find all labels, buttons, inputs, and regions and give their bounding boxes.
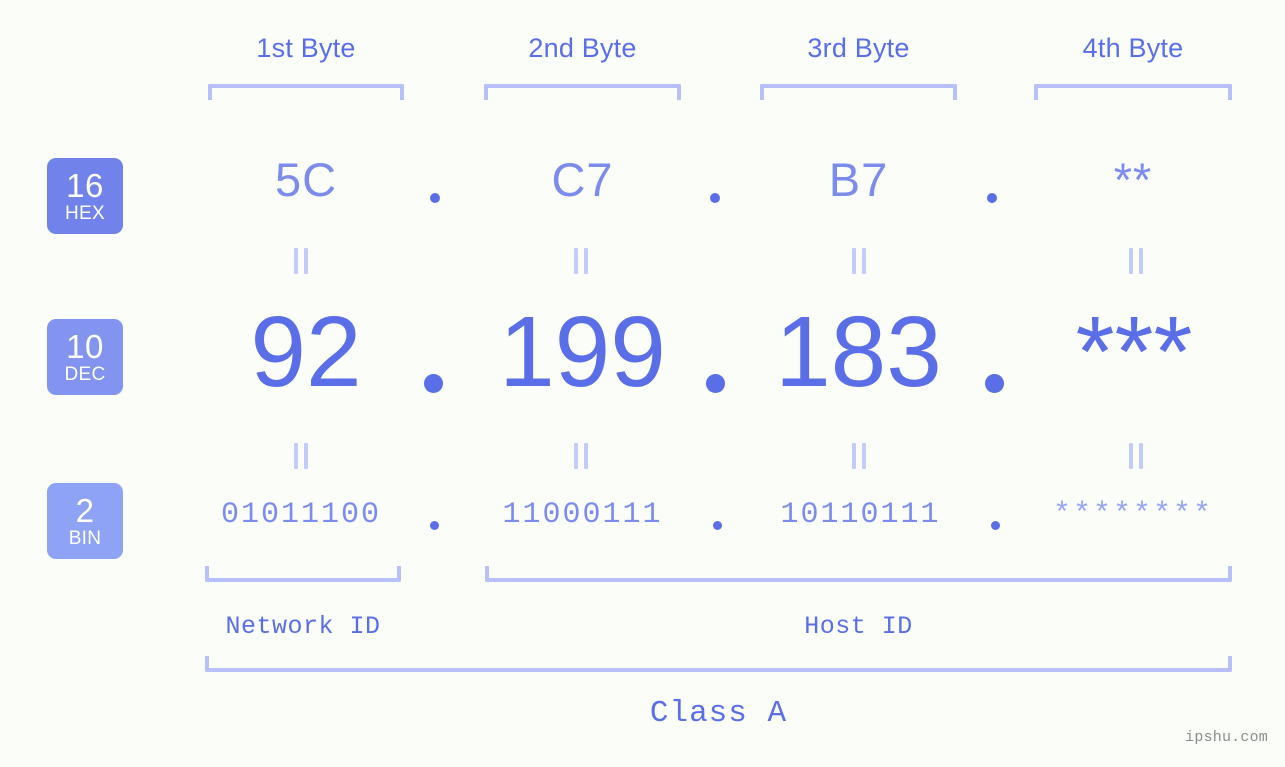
dec-separator-1 — [424, 374, 443, 393]
class-bracket — [205, 656, 1232, 672]
byte-header-label-1: 1st Byte — [256, 33, 356, 63]
ip-breakdown-canvas: 1st Byte 2nd Byte 3rd Byte 4th Byte 16 H… — [0, 0, 1285, 767]
hex-byte-2: C7 — [551, 153, 614, 206]
bin-separator-3 — [991, 521, 1000, 530]
class-label: Class A — [649, 696, 788, 731]
equals-connector-2-4 — [1129, 443, 1143, 469]
site-watermark: ipshu.com — [1185, 729, 1268, 746]
host-id-label: Host ID — [804, 612, 913, 641]
base-badge-bin-name: BIN — [68, 528, 102, 549]
equals-connector-2-3 — [852, 443, 866, 469]
bin-byte-4: ******** — [1052, 498, 1214, 532]
equals-connector-2-2 — [574, 443, 588, 469]
dec-byte-3: 183 — [775, 296, 942, 408]
equals-connector-2-1 — [294, 443, 308, 469]
dec-byte-1: 92 — [250, 296, 362, 408]
network-id-label: Network ID — [225, 612, 381, 641]
equals-connector-1-1 — [294, 248, 308, 274]
base-badge-hex: 16 HEX — [47, 158, 123, 234]
byte-bracket-top-4 — [1034, 84, 1232, 100]
bin-byte-3: 10110111 — [780, 498, 941, 532]
equals-connector-1-4 — [1129, 248, 1143, 274]
base-badge-bin: 2 BIN — [47, 483, 123, 559]
hex-separator-2 — [710, 193, 720, 203]
bin-byte-2: 11000111 — [502, 498, 663, 532]
base-badge-hex-name: HEX — [65, 203, 105, 224]
bin-separator-1 — [430, 521, 439, 530]
network-id-bracket — [205, 566, 401, 582]
base-badge-dec-name: DEC — [64, 364, 106, 385]
dec-separator-2 — [706, 374, 725, 393]
hex-byte-4: ** — [1113, 153, 1153, 206]
host-id-bracket — [485, 566, 1232, 582]
byte-header-label-4: 4th Byte — [1082, 33, 1184, 63]
bin-byte-1: 01011100 — [220, 498, 382, 532]
dec-byte-2: 199 — [499, 296, 666, 408]
byte-header-label-2: 2nd Byte — [528, 33, 637, 63]
base-badge-dec: 10 DEC — [47, 319, 123, 395]
bin-separator-2 — [713, 521, 722, 530]
hex-separator-1 — [430, 193, 440, 203]
base-badge-bin-number: 2 — [75, 492, 95, 529]
byte-bracket-top-2 — [484, 84, 681, 100]
dec-separator-3 — [985, 374, 1004, 393]
hex-byte-3: B7 — [828, 153, 889, 206]
byte-bracket-top-1 — [208, 84, 404, 100]
byte-header-label-3: 3rd Byte — [807, 33, 910, 63]
base-badge-dec-number: 10 — [66, 328, 104, 365]
dec-byte-4: *** — [1075, 296, 1193, 408]
equals-connector-1-2 — [574, 248, 588, 274]
byte-bracket-top-3 — [760, 84, 957, 100]
hex-byte-1: 5C — [274, 153, 338, 206]
hex-separator-3 — [987, 193, 997, 203]
equals-connector-1-3 — [852, 248, 866, 274]
base-badge-hex-number: 16 — [66, 167, 104, 204]
